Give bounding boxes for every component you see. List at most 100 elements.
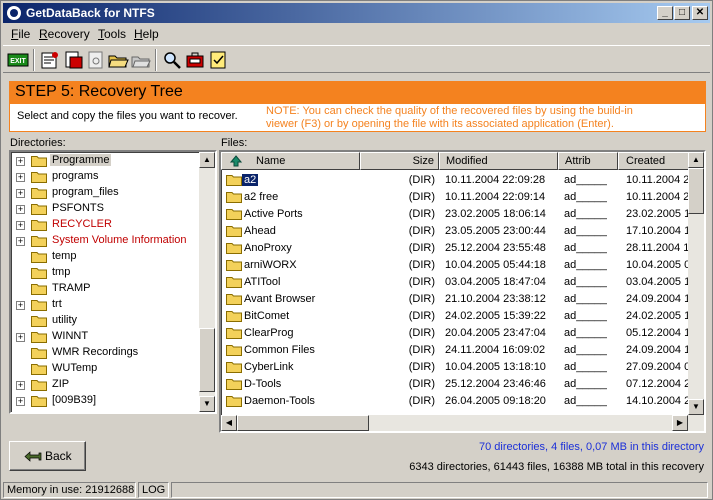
maximize-button[interactable]: □ — [674, 6, 690, 20]
tree-item[interactable]: + programs — [11, 169, 201, 185]
tree-item-label: System Volume Information — [52, 234, 187, 246]
app-icon — [7, 6, 21, 20]
tree-item[interactable]: + RECYCLER — [11, 217, 201, 233]
expand-icon[interactable]: + — [16, 381, 25, 390]
tree-item[interactable]: + program_files — [11, 185, 201, 201]
file-name: Active Ports — [244, 208, 303, 220]
file-row[interactable]: ATITool (DIR) 03.04.2005 18:47:04 ad_____ 03… — [221, 274, 693, 291]
folder-icon — [31, 379, 47, 391]
folder-icon — [31, 155, 47, 167]
column-header-modified[interactable]: Modified — [439, 152, 558, 170]
tree-item[interactable]: + [009B39] — [11, 393, 201, 409]
menu-file[interactable]: File — [11, 27, 30, 41]
back-button[interactable]: Back — [9, 441, 86, 471]
directory-summary: 70 directories, 4 files, 0,07 MB in this… — [479, 441, 704, 453]
expand-icon[interactable]: + — [16, 237, 25, 246]
file-size: (DIR) — [408, 225, 435, 237]
column-header-size[interactable]: Size — [360, 152, 439, 170]
file-row[interactable]: Ahead (DIR) 23.05.2005 23:00:44 ad_____ 17.1… — [221, 223, 693, 240]
tree-item[interactable]: + ZIP — [11, 377, 201, 393]
expand-icon[interactable]: + — [16, 205, 25, 214]
tree-item[interactable]: + Programme — [11, 153, 201, 169]
file-modified: 24.02.2005 15:39:22 — [445, 310, 546, 322]
expand-icon[interactable]: + — [16, 173, 25, 182]
expand-icon[interactable]: + — [16, 221, 25, 230]
files-label: Files: — [221, 137, 248, 149]
folder-icon — [226, 276, 242, 288]
file-row[interactable]: Common Files (DIR) 24.11.2004 16:09:02 ad__… — [221, 342, 693, 359]
scroll-thumb[interactable] — [199, 328, 215, 392]
file-created: 24.02.2005 1 — [626, 310, 691, 322]
files-vertical-scrollbar[interactable]: ▲ ▼ — [688, 152, 704, 415]
file-row[interactable]: Avant Browser (DIR) 21.10.2004 23:38:12 ad_… — [221, 291, 693, 308]
folder-icon — [226, 293, 242, 305]
scroll-up-button[interactable]: ▲ — [688, 152, 704, 168]
log-panel[interactable]: LOG — [138, 482, 169, 498]
minimize-button[interactable]: _ — [657, 6, 673, 20]
scroll-down-button[interactable]: ▼ — [688, 399, 704, 415]
column-header-name[interactable]: Name — [221, 152, 360, 170]
search-icon[interactable] — [161, 49, 183, 71]
file-row[interactable]: BitComet (DIR) 24.02.2005 15:39:22 ad_____ 2… — [221, 308, 693, 325]
scroll-left-button[interactable]: ◀ — [221, 415, 237, 431]
expand-icon[interactable]: + — [16, 333, 25, 342]
tree-item[interactable]: + trt — [11, 297, 201, 313]
tree-item[interactable]: tmp — [11, 265, 201, 281]
scroll-thumb[interactable] — [688, 168, 704, 214]
menu-tools[interactable]: Tools — [98, 27, 126, 41]
file-row[interactable]: AnoProxy (DIR) 25.12.2004 23:55:48 ad_____ 2… — [221, 240, 693, 257]
tree-item[interactable]: + PSFONTS — [11, 201, 201, 217]
expand-icon[interactable]: + — [16, 157, 25, 166]
open-folder-icon[interactable] — [107, 49, 129, 71]
file-row[interactable]: a2 (DIR) 10.11.2004 22:09:28 ad_____ 10.11.2… — [221, 172, 693, 189]
file-row[interactable]: Active Ports (DIR) 23.02.2005 18:06:14 ad__… — [221, 206, 693, 223]
expand-icon[interactable]: + — [16, 301, 25, 310]
up-arrow-icon[interactable] — [230, 155, 242, 167]
notepad-icon[interactable] — [207, 49, 229, 71]
column-header-created[interactable]: Created — [618, 152, 698, 170]
files-horizontal-scrollbar[interactable]: ◀ ▶ — [221, 415, 704, 431]
scroll-down-button[interactable]: ▼ — [199, 396, 215, 412]
file-row[interactable]: ClearProg (DIR) 20.04.2005 23:47:04 ad_____… — [221, 325, 693, 342]
save-icon[interactable] — [130, 49, 152, 71]
close-button[interactable]: ✕ — [692, 6, 708, 20]
tree-item[interactable]: WUTemp — [11, 361, 201, 377]
properties-icon[interactable] — [39, 49, 61, 71]
tree-vertical-scrollbar[interactable]: ▲ ▼ — [199, 152, 215, 412]
menu-help[interactable]: Help — [134, 27, 159, 41]
briefcase-icon[interactable] — [184, 49, 206, 71]
folder-icon — [226, 242, 242, 254]
title-bar: GetDataBack for NTFS _ □ ✕ — [3, 3, 710, 23]
file-created: 03.04.2005 1 — [626, 276, 691, 288]
tree-item[interactable]: temp — [11, 249, 201, 265]
file-row[interactable]: Daemon-Tools (DIR) 26.04.2005 09:18:20 ad__… — [221, 393, 693, 410]
menu-recovery[interactable]: Recovery — [39, 27, 90, 41]
svg-text:EXIT: EXIT — [10, 58, 26, 65]
expand-icon[interactable]: + — [16, 397, 25, 406]
file-attrib: ad_____ — [564, 259, 607, 271]
directory-tree[interactable]: + Programme + programs + program_files + PSFONT… — [9, 150, 217, 414]
expand-icon[interactable]: + — [16, 189, 25, 198]
memory-status: Memory in use: 21912688 — [3, 482, 136, 498]
tree-item[interactable]: + System Volume Information — [11, 233, 201, 249]
tree-item[interactable]: TRAMP — [11, 281, 201, 297]
file-row[interactable]: arniWORX (DIR) 10.04.2005 05:44:18 ad_____ 1… — [221, 257, 693, 274]
cut-icon[interactable] — [62, 49, 84, 71]
column-header-attrib[interactable]: Attrib — [558, 152, 618, 170]
file-row[interactable]: D-Tools (DIR) 25.12.2004 23:46:46 ad_____ 07… — [221, 376, 693, 393]
scroll-thumb[interactable] — [237, 415, 369, 431]
file-list[interactable]: Name Size Modified Attrib Created a2 (DIR… — [219, 150, 706, 433]
tree-item-label: WUTemp — [52, 362, 98, 374]
tree-item[interactable]: + WINNT — [11, 329, 201, 345]
file-attrib: ad_____ — [564, 293, 607, 305]
file-row[interactable]: a2 free (DIR) 10.11.2004 22:09:14 ad_____ 10… — [221, 189, 693, 206]
tree-item-label: temp — [52, 250, 77, 262]
exit-icon[interactable]: EXIT — [7, 49, 29, 71]
file-modified: 03.04.2005 18:47:04 — [445, 276, 546, 288]
tree-item[interactable]: utility — [11, 313, 201, 329]
tree-item[interactable]: WMR Recordings — [11, 345, 201, 361]
file-row[interactable]: CyberLink (DIR) 10.04.2005 13:18:10 ad_____… — [221, 359, 693, 376]
document-icon[interactable] — [85, 49, 107, 71]
scroll-right-button[interactable]: ▶ — [672, 415, 688, 431]
scroll-up-button[interactable]: ▲ — [199, 152, 215, 168]
